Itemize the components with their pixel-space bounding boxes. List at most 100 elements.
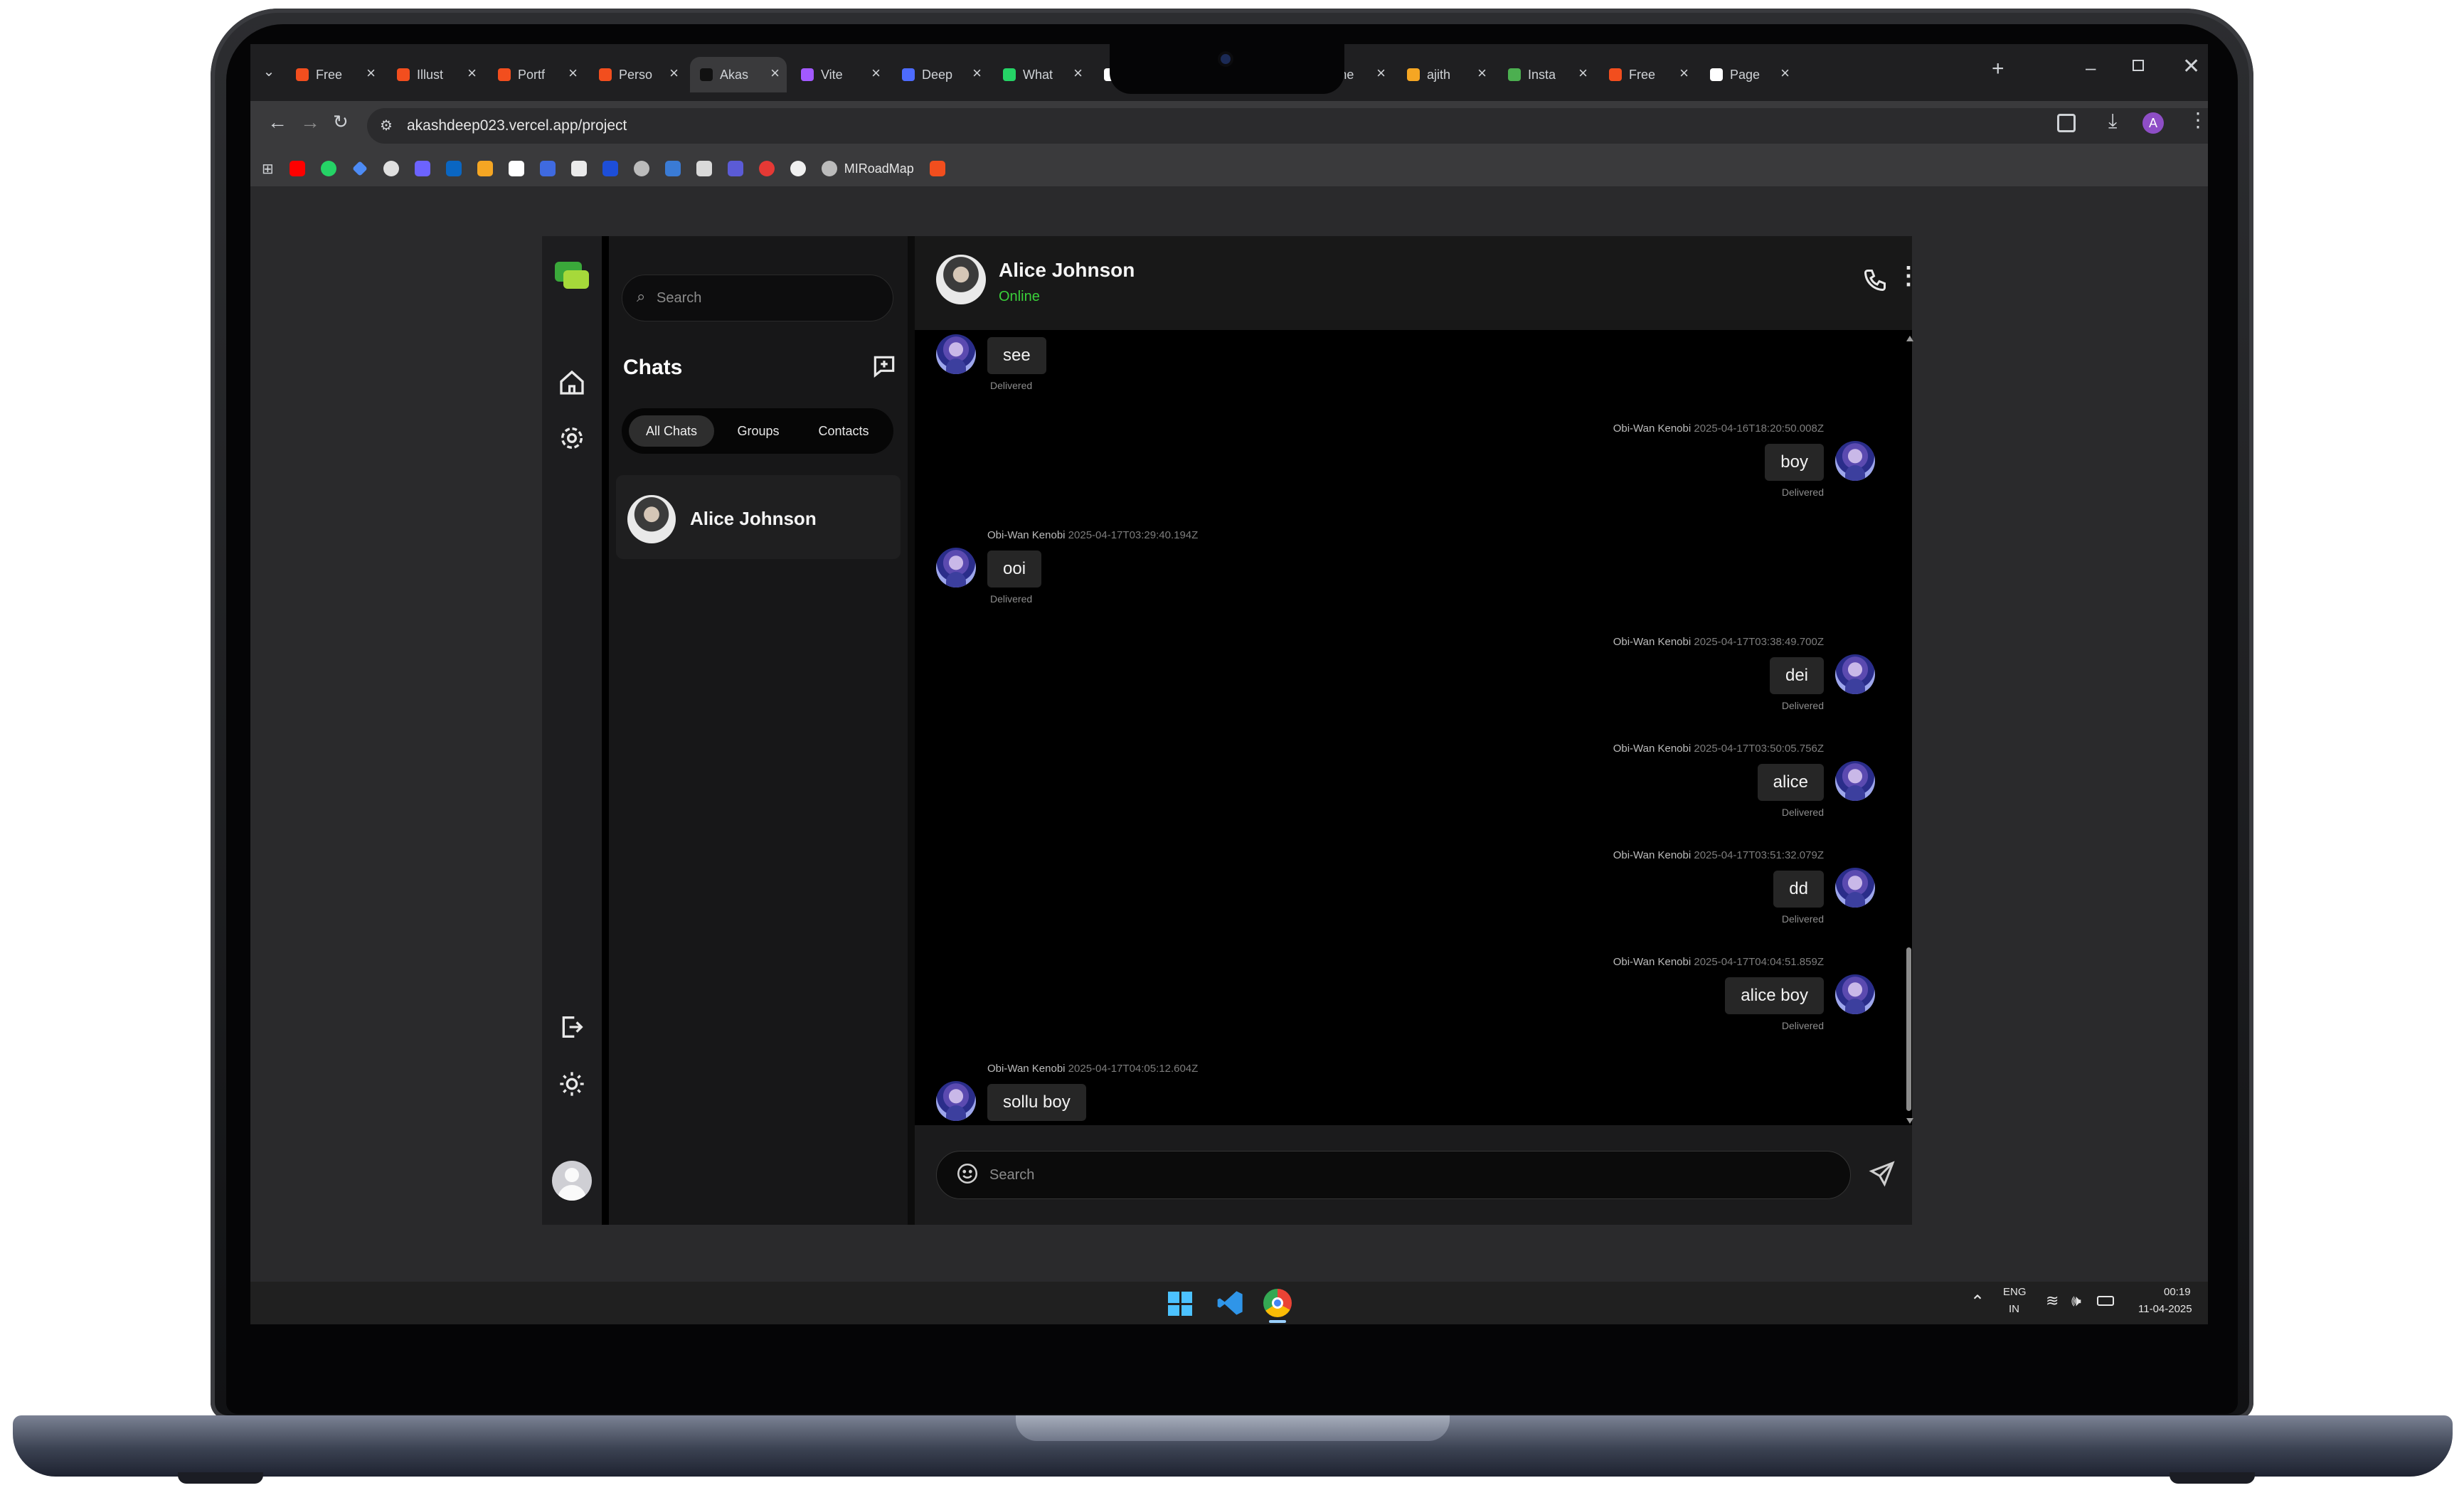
scrollbar[interactable] — [1906, 336, 1913, 1125]
linear-bookmark-icon[interactable] — [727, 161, 743, 176]
restore-icon[interactable] — [2133, 60, 2144, 71]
browser-tab[interactable]: Insta × — [1498, 57, 1595, 92]
home-icon[interactable] — [558, 368, 586, 397]
site-info-icon[interactable]: ⚙ — [380, 117, 393, 134]
message-avatar — [936, 548, 976, 587]
close-window-icon[interactable]: ✕ — [2182, 54, 2200, 79]
message-bubble[interactable]: dd — [1773, 871, 1824, 908]
browser-tab[interactable]: Perso × — [589, 57, 686, 92]
tab-close-icon[interactable]: × — [770, 64, 780, 83]
tab-search-chevron-icon[interactable]: ⌄ — [259, 63, 279, 83]
browser-tab[interactable]: Free × — [1599, 57, 1696, 92]
address-bar[interactable]: ⚙ akashdeep023.vercel.app/project ☆ — [367, 108, 2208, 144]
vscode-taskbar-icon[interactable] — [1216, 1289, 1245, 1317]
message-bubble[interactable]: boy — [1765, 444, 1824, 481]
tab-close-icon[interactable]: × — [1073, 64, 1083, 83]
browser-tab[interactable]: Vite × — [791, 57, 888, 92]
chat-list-item[interactable]: Alice Johnson — [616, 475, 901, 559]
message-bubble[interactable]: alice boy — [1725, 977, 1824, 1014]
tab-close-icon[interactable]: × — [1477, 64, 1487, 83]
doc-bookmark-icon[interactable] — [539, 161, 556, 176]
logout-icon[interactable] — [558, 1013, 586, 1041]
search-placeholder: Search — [657, 290, 702, 306]
new-tab-button[interactable]: + — [1992, 57, 2004, 81]
back-icon[interactable]: ← — [267, 111, 287, 134]
call-icon[interactable] — [1862, 267, 1888, 293]
scroll-thumb[interactable] — [1906, 947, 1911, 1111]
roadmap-bookmark[interactable]: MIRoadMap — [844, 161, 914, 176]
linkedin-bookmark-icon[interactable] — [445, 161, 462, 176]
send-icon[interactable] — [1868, 1159, 1896, 1188]
wifi-icon[interactable]: ≋ — [2046, 1292, 2059, 1310]
tab-close-icon[interactable]: × — [669, 64, 679, 83]
tab-close-icon[interactable]: × — [1376, 64, 1386, 83]
forward-icon[interactable]: → — [300, 111, 320, 134]
show-hidden-icons-chevron[interactable]: ⌃ — [1970, 1292, 1985, 1312]
message-bubble[interactable]: ooi — [987, 551, 1042, 587]
browser-tab[interactable]: Portf × — [488, 57, 585, 92]
site-bookmark-icon[interactable] — [570, 161, 587, 176]
settings-icon[interactable] — [558, 424, 586, 452]
emoji-icon[interactable] — [955, 1161, 979, 1186]
tab-close-icon[interactable]: × — [467, 64, 477, 83]
tab-close-icon[interactable]: × — [568, 64, 578, 83]
scroll-down-arrow[interactable] — [1906, 1118, 1913, 1124]
profile-avatar[interactable]: A — [2142, 112, 2164, 134]
download-icon[interactable]: ⤓ — [2108, 110, 2117, 133]
user-avatar[interactable] — [552, 1161, 592, 1201]
tab-close-icon[interactable]: × — [1780, 64, 1790, 83]
record-bookmark-icon[interactable] — [758, 161, 775, 176]
windows-start-icon[interactable] — [1168, 1292, 1192, 1316]
gemini-bookmark-icon[interactable] — [351, 161, 368, 176]
chat-menu-icon[interactable]: ⋮ — [1896, 262, 1921, 290]
filter-all-chats[interactable]: All Chats — [629, 415, 714, 447]
type-bookmark-icon[interactable] — [696, 161, 712, 176]
browser-tab[interactable]: Akas × — [690, 57, 787, 92]
new-chat-icon[interactable] — [871, 353, 898, 380]
reload-icon[interactable]: ↻ — [333, 111, 349, 133]
volume-icon[interactable]: 🕪 — [2071, 1292, 2081, 1310]
tab-close-icon[interactable]: × — [871, 64, 881, 83]
amazon-bookmark-icon[interactable] — [508, 161, 524, 176]
filter-groups[interactable]: Groups — [723, 415, 794, 447]
browser-tab[interactable]: Free × — [286, 57, 383, 92]
browser-tab[interactable]: What × — [993, 57, 1090, 92]
message-bubble[interactable]: alice — [1757, 764, 1824, 801]
lang-bottom[interactable]: IN — [2009, 1303, 2019, 1315]
tab-close-icon[interactable]: × — [1679, 64, 1689, 83]
apps-grid-icon[interactable]: ⊞ — [262, 160, 274, 178]
atlas-bookmark-icon[interactable] — [664, 161, 681, 176]
theme-toggle-sun-icon[interactable] — [558, 1070, 586, 1098]
whatsapp-bookmark-icon[interactable] — [320, 161, 336, 176]
browser-tab[interactable]: Deep × — [892, 57, 989, 92]
tab-close-icon[interactable]: × — [972, 64, 982, 83]
youtube-bookmark-icon[interactable] — [289, 161, 305, 176]
figma-bookmark-icon[interactable] — [929, 161, 945, 176]
extensions-icon[interactable] — [2057, 114, 2076, 132]
browser-tab[interactable]: ajith × — [1397, 57, 1494, 92]
minimize-icon[interactable]: – — [2086, 57, 2096, 79]
browser-tab[interactable]: Illust × — [387, 57, 484, 92]
browser-tab[interactable]: Page × — [1700, 57, 1797, 92]
tab-close-icon[interactable]: × — [366, 64, 376, 83]
battery-icon[interactable] — [2097, 1296, 2114, 1306]
filter-contacts[interactable]: Contacts — [800, 415, 888, 447]
message-input[interactable]: Search — [936, 1151, 1851, 1199]
lang-top[interactable]: ENG — [2003, 1286, 2027, 1298]
browser-menu-icon[interactable]: ⋮ — [2188, 108, 2208, 132]
message-bubble[interactable]: sollu boy — [987, 1084, 1086, 1121]
code-bookmark-icon[interactable] — [414, 161, 430, 176]
clock-time[interactable]: 00:19 — [2164, 1286, 2191, 1298]
tab-close-icon[interactable]: × — [1578, 64, 1588, 83]
chrome-taskbar-icon[interactable] — [1263, 1289, 1292, 1317]
scroll-up-arrow[interactable] — [1906, 336, 1913, 341]
chatgpt-bookmark-icon[interactable] — [383, 161, 399, 176]
chat-search[interactable]: ⌕ Search — [622, 275, 893, 321]
clock-date[interactable]: 11-04-2025 — [2138, 1303, 2192, 1315]
globe-bookmark-icon[interactable] — [633, 161, 649, 176]
unstop-bookmark-icon[interactable] — [602, 161, 618, 176]
message-bubble[interactable]: dei — [1769, 657, 1824, 694]
github-bookmark-icon[interactable] — [790, 161, 806, 176]
bolt-bookmark-icon[interactable] — [477, 161, 493, 176]
message-bubble[interactable]: see — [987, 337, 1046, 374]
